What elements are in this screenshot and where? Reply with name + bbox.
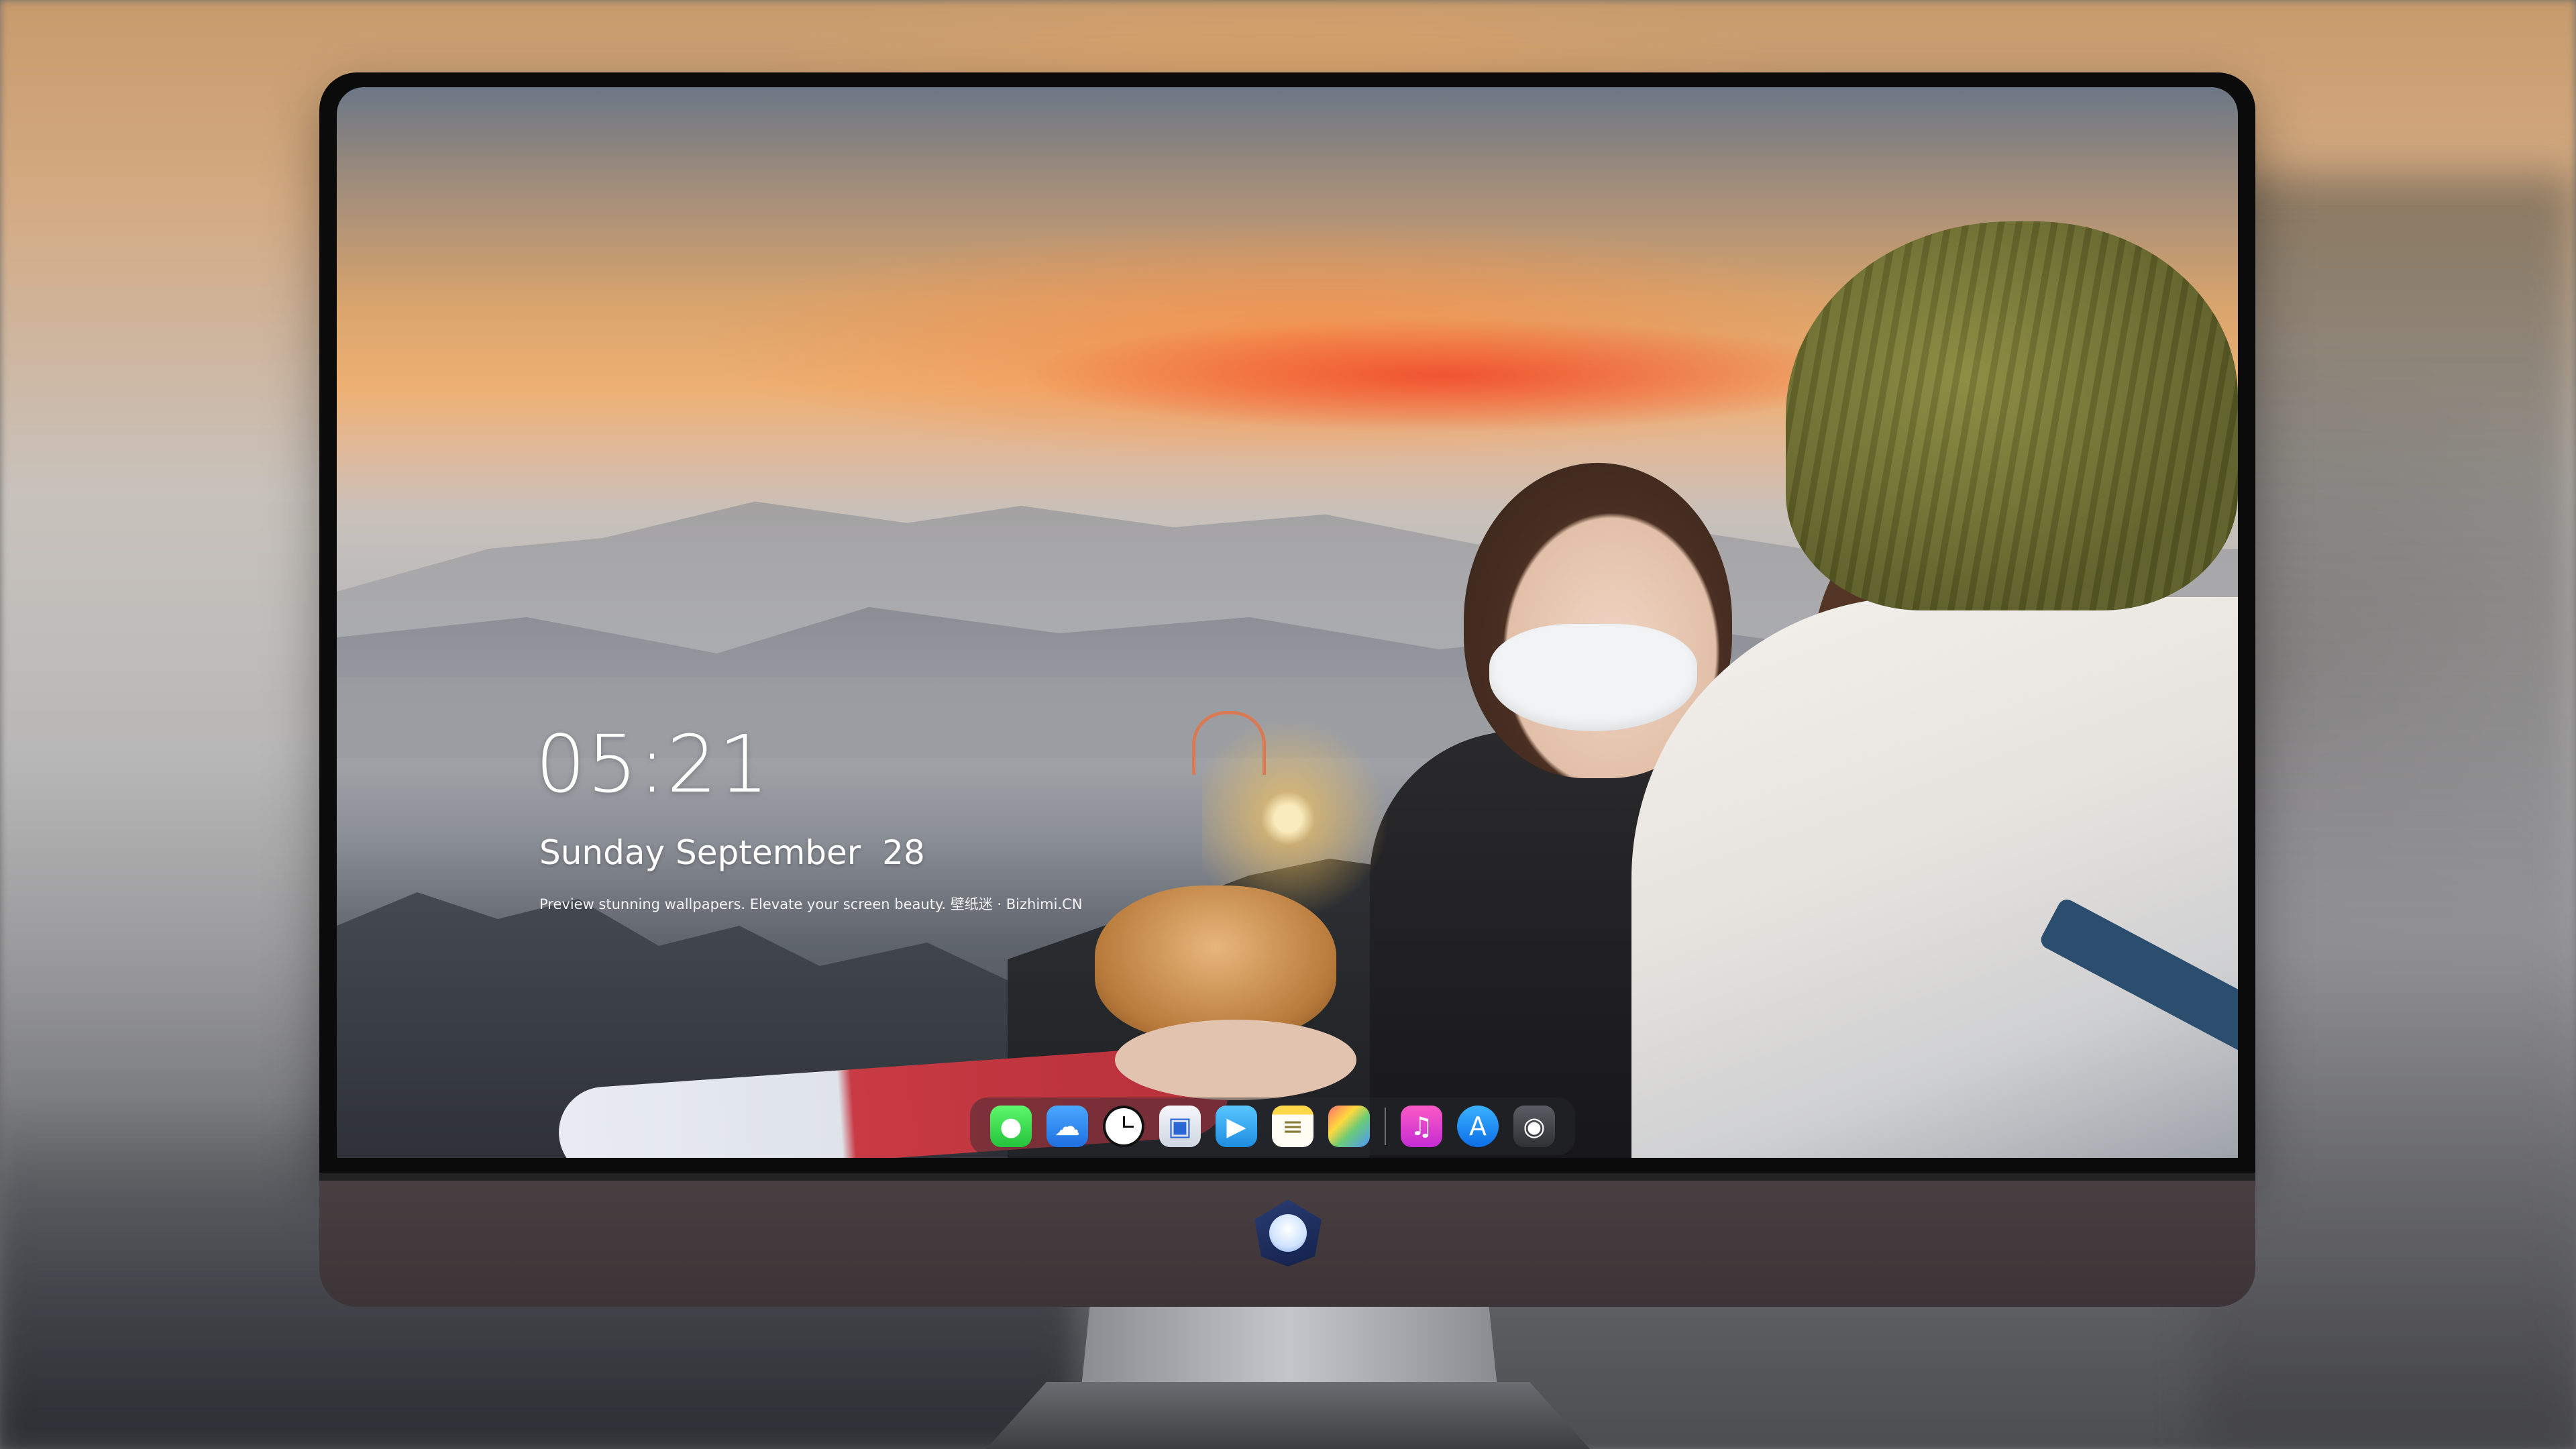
lockscreen-caption: Preview stunning wallpapers. Elevate you… — [539, 896, 1083, 912]
messages-icon[interactable]: ● — [990, 1106, 1032, 1147]
clapperboard-icon[interactable]: ▶ — [1216, 1106, 1257, 1147]
chin-divider — [319, 1173, 2255, 1181]
monitor: 05:21 Sunday September 28 Preview stunni… — [319, 72, 2255, 1307]
app-store-icon[interactable]: A — [1457, 1106, 1499, 1147]
monitor-stand-neck — [1081, 1307, 1497, 1387]
dock-divider — [1385, 1108, 1386, 1145]
preview-icon[interactable]: ▣ — [1159, 1106, 1201, 1147]
clock-face — [1106, 1108, 1142, 1144]
lock-screen[interactable]: 05:21 Sunday September 28 Preview stunni… — [337, 87, 2238, 1158]
camera-icon[interactable]: ◉ — [1513, 1106, 1555, 1147]
music-note-icon[interactable]: ♫ — [1401, 1106, 1442, 1147]
dock: ● ☁ ▣ ▶ ≡ ♫ A ◉ — [970, 1097, 1575, 1155]
photos-icon[interactable] — [1328, 1106, 1370, 1147]
wallpaper-cake — [1095, 885, 1336, 1040]
lockscreen-time: 05:21 — [535, 718, 771, 810]
wallpaper-heart-sparkler — [1192, 711, 1266, 775]
wallpaper-face-mask — [1489, 624, 1697, 731]
monitor-bezel: 05:21 Sunday September 28 Preview stunni… — [319, 72, 2255, 1173]
clock-icon[interactable] — [1103, 1106, 1144, 1147]
lockscreen-date: Sunday September 28 — [539, 833, 925, 872]
blurred-background-right — [2200, 174, 2576, 1449]
brand-logo-emblem — [1269, 1214, 1307, 1252]
notes-icon[interactable]: ≡ — [1272, 1106, 1313, 1147]
monitor-stand-base — [986, 1382, 1590, 1449]
weather-icon[interactable]: ☁ — [1046, 1106, 1088, 1147]
wallpaper-person-right-coat — [1631, 597, 2238, 1158]
wallpaper-hand — [1115, 1020, 1356, 1100]
clock-minute-hand — [1123, 1126, 1134, 1128]
wallpaper-knit-hat — [1786, 221, 2238, 610]
